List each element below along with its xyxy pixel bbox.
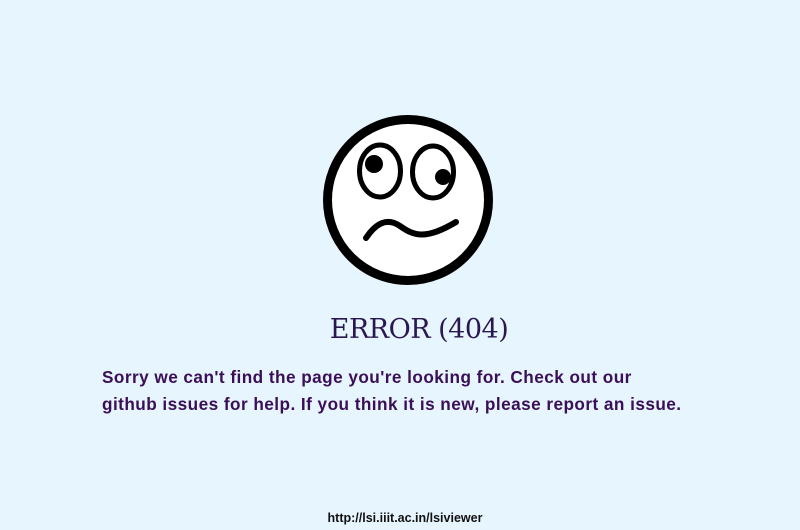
github-issues-link[interactable]: github issues <box>102 394 219 414</box>
error-title: ERROR (404) <box>329 314 509 345</box>
message-end: . <box>676 394 682 414</box>
error-message: Sorry we can't find the page you're look… <box>102 364 792 418</box>
report-issue-link[interactable]: report an issue <box>546 394 676 414</box>
message-middle: for help. If you think it is new, please <box>218 394 547 414</box>
confused-face-icon <box>322 114 494 286</box>
footer-lsiviewer-link[interactable]: http://lsi.iiit.ac.in/lsiviewer <box>0 511 800 525</box>
message-line-1: Sorry we can't find the page you're look… <box>102 367 632 387</box>
